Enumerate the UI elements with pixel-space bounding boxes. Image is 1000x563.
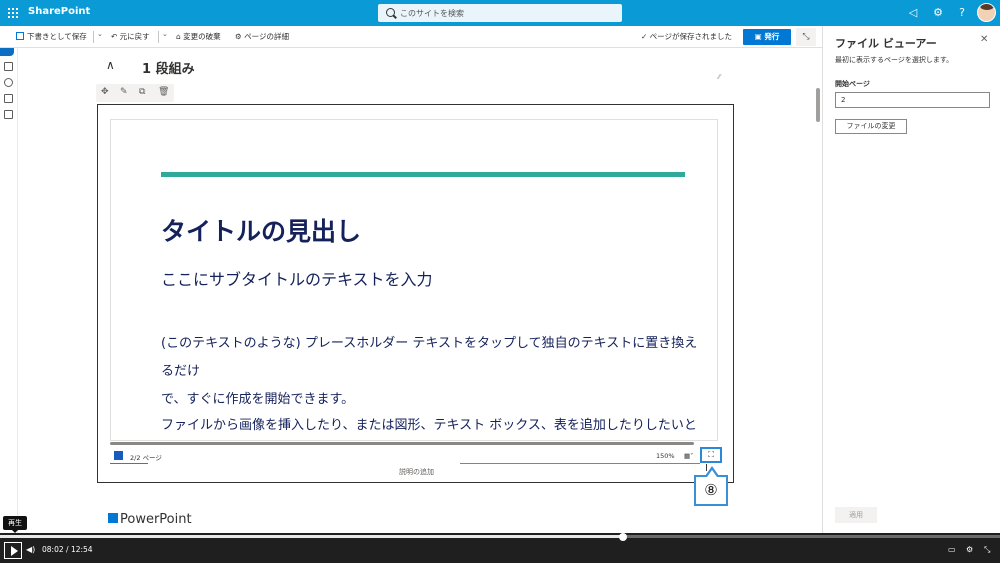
app-name[interactable]: SharePoint <box>28 6 90 17</box>
start-page-label: 開始ページ <box>835 80 870 88</box>
powerpoint-icon <box>114 451 123 460</box>
progress-knob[interactable] <box>619 533 627 541</box>
gear-icon[interactable]: ⚙ <box>931 6 945 20</box>
divider <box>158 31 159 43</box>
search-box[interactable]: このサイトを検索 <box>378 4 622 22</box>
fullscreen-button[interactable]: ⛶ <box>700 447 722 463</box>
duplicate-icon[interactable]: ⧉ <box>139 87 145 97</box>
play-tooltip: 再生 <box>3 516 27 533</box>
slide-viewer[interactable]: タイトルの見出し ここにサブタイトルのテキストを入力 (このテキストのような) … <box>110 119 718 441</box>
delete-icon[interactable]: 🗑 <box>158 87 169 97</box>
volume-icon[interactable]: ◀) <box>26 545 35 554</box>
chevron-down-icon[interactable]: ⌄ <box>162 30 168 38</box>
undo-button[interactable]: ↶ 元に戻す <box>111 31 150 42</box>
slide-title: タイトルの見出し <box>161 217 362 246</box>
powerpoint-heading: PowerPoint <box>108 512 192 527</box>
caption-placeholder[interactable]: 説明の追加 <box>98 467 735 477</box>
megaphone-icon[interactable]: ◁ <box>906 6 920 20</box>
property-pane: ファイル ビューアー ✕ 最初に表示するページを選択します。 開始ページ ファイ… <box>822 26 1000 533</box>
save-draft-label: 下書きとして保存 <box>27 32 87 41</box>
captions-icon[interactable]: ▭ <box>948 545 956 554</box>
left-toolbox <box>0 48 18 533</box>
publish-button[interactable]: ▣ 発行 <box>743 29 791 45</box>
slide-body-line: で、すぐに作成を開始できます。 <box>161 392 355 407</box>
page-details-label: ページの詳細 <box>244 32 289 41</box>
resize-icon[interactable]: ⁄⁄ <box>718 73 720 81</box>
saved-status: ✓ ページが保存されました <box>641 31 732 42</box>
progress-fill <box>0 535 623 538</box>
move-icon[interactable]: ✥ <box>101 87 109 97</box>
slide-body-1: (このテキストのような) プレースホルダー テキストをタップして独自のテキストに… <box>161 330 701 414</box>
start-page-input[interactable] <box>835 92 990 108</box>
callout-badge: ⑧ <box>694 466 728 506</box>
saved-status-label: ページが保存されました <box>649 32 733 41</box>
comment-icon[interactable] <box>4 62 13 71</box>
slide-subtitle: ここにサブタイトルのテキストを入力 <box>161 270 433 289</box>
apply-button[interactable]: 適用 <box>835 507 877 523</box>
total-time: 12:54 <box>70 545 93 554</box>
slide-accent-bar <box>161 172 685 177</box>
change-file-button[interactable]: ファイルの変更 <box>835 119 907 134</box>
webpart-toolbar: ✥ ✎ ⧉ 🗑 <box>96 84 174 102</box>
edit-icon[interactable]: ✎ <box>120 87 128 97</box>
discard-label: 変更の破棄 <box>183 32 221 41</box>
file-viewer-webpart[interactable]: タイトルの見出し ここにサブタイトルのテキストを入力 (このテキストのような) … <box>97 104 734 483</box>
video-player-bar: ◀) 08:02 / 12:54 ▭ ⚙ ⤡ <box>0 533 1000 563</box>
zoom-level[interactable]: 150% <box>656 452 675 460</box>
view-mode-icon[interactable]: ▦˅ <box>684 452 693 460</box>
undo-icon: ↶ <box>111 32 120 41</box>
exit-fullscreen-icon[interactable]: ⤡ <box>984 545 990 555</box>
collapse-icon[interactable]: ⤡ <box>796 28 816 46</box>
section-title: 1 段組み <box>142 62 195 77</box>
waffle-icon[interactable] <box>8 8 18 18</box>
heading-text: PowerPoint <box>120 512 192 527</box>
panel-description: 最初に表示するページを選択します。 <box>835 56 954 64</box>
publish-label: 発行 <box>764 32 780 41</box>
search-icon <box>386 8 395 17</box>
current-time: 08:02 <box>42 545 64 554</box>
fullscreen-icon: ⛶ <box>708 450 714 459</box>
duplicate-icon[interactable] <box>4 94 13 103</box>
delete-icon[interactable] <box>4 110 13 119</box>
gear-icon[interactable]: ⚙ <box>966 545 973 554</box>
play-button[interactable] <box>4 542 22 559</box>
chevron-down-icon[interactable]: ⌄ <box>97 30 103 38</box>
save-icon <box>16 32 24 40</box>
divider <box>93 31 94 43</box>
page-canvas: ∧ 1 段組み ⁄⁄ ✥ ✎ ⧉ 🗑 タイトルの見出し ここにサブタイトルのテキ… <box>18 48 814 533</box>
avatar[interactable] <box>977 3 996 22</box>
search-placeholder: このサイトを検索 <box>400 9 464 18</box>
viewer-status-bar: 2/2 ページ 150% ▦˅ ⛶ <box>110 447 722 465</box>
page-scrollbar[interactable] <box>814 48 822 533</box>
horizontal-scrollbar[interactable] <box>110 442 694 445</box>
vertical-scrollbar[interactable] <box>717 280 718 332</box>
page-details-button[interactable]: ⚙ ページの詳細 <box>235 31 289 42</box>
page-count: 2/2 ページ <box>130 454 162 462</box>
command-bar: 下書きとして保存 ⌄ ↶ 元に戻す ⌄ ⌂ 変更の破棄 ⚙ ページの詳細 ✓ ペ… <box>0 26 822 48</box>
slide-body-line: (このテキストのような) プレースホルダー テキストをタップして独自のテキストに… <box>161 336 698 379</box>
close-icon[interactable]: ✕ <box>980 34 988 45</box>
check-icon: ✓ <box>641 32 650 41</box>
heading-marker <box>108 513 118 523</box>
scrollbar-thumb[interactable] <box>816 88 820 122</box>
undo-label: 元に戻す <box>119 32 150 41</box>
help-icon[interactable]: ? <box>955 6 969 20</box>
discard-changes-button[interactable]: ⌂ 変更の破棄 <box>176 31 221 42</box>
save-draft-button[interactable]: 下書きとして保存 <box>16 31 87 42</box>
divider <box>110 463 148 464</box>
panel-title: ファイル ビューアー <box>835 37 937 50</box>
active-indicator <box>0 48 14 56</box>
publish-icon: ▣ <box>754 32 765 41</box>
time-separator: / <box>66 545 69 554</box>
gear-icon: ⚙ <box>235 32 245 41</box>
slide-body-2: ファイルから画像を挿入したり、または図形、テキスト ボックス、表を追加したりした… <box>161 418 697 433</box>
move-icon[interactable] <box>4 78 13 87</box>
time-display: 08:02 / 12:54 <box>42 545 93 554</box>
divider <box>460 463 700 464</box>
suite-header: SharePoint このサイトを検索 ◁ ⚙ ? <box>0 0 1000 26</box>
chevron-up-icon[interactable]: ∧ <box>106 58 115 72</box>
